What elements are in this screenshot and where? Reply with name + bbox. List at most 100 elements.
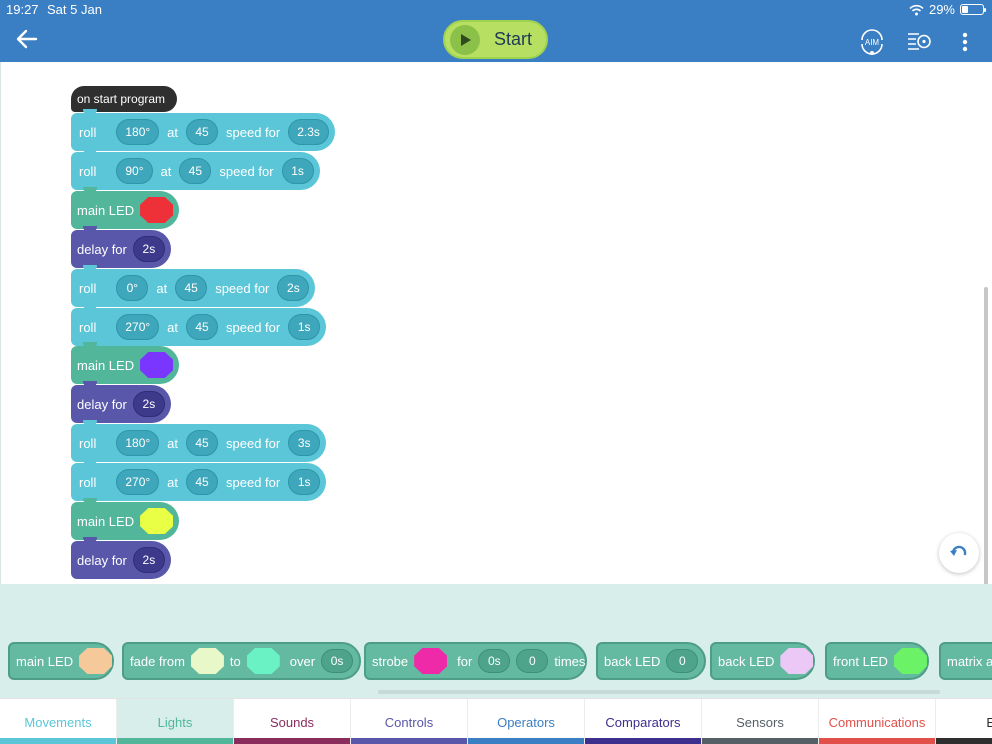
tab-operators[interactable]: Operators (468, 699, 585, 744)
roll-speed-input[interactable]: 45 (179, 158, 212, 184)
delay-duration-input[interactable]: 2s (132, 236, 165, 262)
roll-heading-input[interactable]: 90° (116, 158, 153, 184)
undo-button[interactable] (939, 533, 979, 573)
main-led-color-picker[interactable] (140, 352, 174, 378)
roll-duration-input[interactable]: 1s (288, 469, 321, 495)
roll-speed-input[interactable]: 45 (186, 119, 219, 145)
delay-duration-input[interactable]: 2s (132, 547, 165, 573)
main-led-label: main LED (77, 202, 135, 218)
start-label: Start (494, 29, 533, 49)
roll-duration-input[interactable]: 3s (288, 430, 321, 456)
roll-block[interactable]: roll 180° at 45 speed for 2.3s (71, 109, 335, 151)
tab-label: Comparators (605, 714, 681, 730)
back-led-value-input[interactable]: 0 (666, 649, 699, 673)
front-led-label: front LED (833, 653, 888, 669)
aim-icon[interactable]: AIM (858, 28, 886, 56)
palette-back-led-color-block[interactable]: back LED (710, 642, 816, 680)
tab-color-bar (702, 738, 818, 744)
block-palette: main LED fade from to over 0s strobe for… (0, 584, 992, 698)
start-button[interactable]: Start (443, 20, 548, 59)
tab-movements[interactable]: Movements (0, 699, 117, 744)
roll-heading-input[interactable]: 270° (116, 469, 160, 495)
strobe-label: strobe (372, 653, 409, 669)
roll-speed-for-label: speed for (226, 474, 281, 490)
battery-fill (962, 6, 969, 13)
palette-main-led-block[interactable]: main LED (8, 642, 115, 680)
tab-sensors[interactable]: Sensors (702, 699, 819, 744)
tab-label: Sounds (269, 714, 315, 730)
tab-comparators[interactable]: Comparators (585, 699, 702, 744)
roll-label: roll (79, 435, 97, 451)
roll-duration-input[interactable]: 1s (288, 314, 321, 340)
roll-label: roll (79, 124, 97, 140)
fade-from-color[interactable] (190, 648, 224, 674)
roll-speed-input[interactable]: 45 (186, 469, 219, 495)
tab-color-bar (585, 738, 701, 744)
main-led-block[interactable]: main LED (71, 187, 180, 229)
roll-duration-input[interactable]: 2s (277, 275, 310, 301)
palette-matrix-block[interactable]: matrix an (939, 642, 992, 680)
tab-label: Movements (24, 714, 92, 730)
fade-duration-input[interactable]: 0s (321, 649, 354, 673)
strobe-for-label: for (457, 653, 473, 669)
main-led-block[interactable]: main LED (71, 498, 180, 540)
tab-color-bar (819, 738, 935, 744)
tab-lights[interactable]: Lights (117, 699, 234, 744)
roll-heading-input[interactable]: 270° (116, 314, 160, 340)
roll-at-label: at (167, 435, 179, 451)
back-arrow-icon[interactable] (14, 26, 40, 52)
roll-block[interactable]: roll 90° at 45 speed for 1s (71, 148, 320, 190)
fade-to-label: to (229, 653, 241, 669)
palette-strobe-block[interactable]: strobe for 0s 0 times (364, 642, 588, 680)
hat-label: on start program (77, 92, 166, 106)
roll-heading-input[interactable]: 180° (116, 430, 160, 456)
back-led-value-label: back LED (604, 653, 661, 669)
roll-block[interactable]: roll 180° at 45 speed for 3s (71, 420, 327, 462)
palette-fade-block[interactable]: fade from to over 0s (122, 642, 362, 680)
roll-block[interactable]: roll 270° at 45 speed for 1s (71, 304, 327, 346)
more-vertical-icon[interactable] (951, 28, 979, 56)
roll-duration-input[interactable]: 1s (281, 158, 314, 184)
undo-icon (950, 545, 967, 556)
roll-speed-for-label: speed for (215, 280, 270, 296)
delay-block[interactable]: delay for 2s (71, 381, 171, 423)
palette-back-led-value-block[interactable]: back LED 0 (596, 642, 707, 680)
drive-speed-icon[interactable] (905, 28, 933, 56)
front-led-color[interactable] (893, 648, 927, 674)
category-tabs: Movements Lights Sounds Controls Operators Co… (0, 698, 992, 744)
tab-ev[interactable]: Ev (936, 699, 992, 744)
strobe-color[interactable] (414, 648, 448, 674)
roll-label: roll (79, 280, 97, 296)
roll-heading-input[interactable]: 180° (116, 119, 160, 145)
main-led-color-picker[interactable] (140, 508, 174, 534)
back-led-color[interactable] (780, 648, 814, 674)
strobe-times-label: times (554, 653, 586, 669)
status-indicators: 29% (909, 2, 986, 17)
roll-heading-input[interactable]: 0° (116, 275, 149, 301)
main-led-block[interactable]: main LED (71, 342, 180, 384)
roll-block[interactable]: roll 270° at 45 speed for 1s (71, 459, 327, 501)
roll-speed-for-label: speed for (226, 319, 281, 335)
tab-label: Controls (384, 714, 434, 730)
delay-block[interactable]: delay for 2s (71, 226, 171, 268)
roll-duration-input[interactable]: 2.3s (288, 119, 329, 145)
palette-scrollbar[interactable] (378, 690, 940, 694)
roll-speed-input[interactable]: 45 (186, 314, 219, 340)
roll-label: roll (79, 474, 97, 490)
main-led-color-picker[interactable] (140, 197, 174, 223)
tab-controls[interactable]: Controls (351, 699, 468, 744)
strobe-count-input[interactable]: 0 (516, 649, 549, 673)
strobe-duration-input[interactable]: 0s (478, 649, 511, 673)
delay-duration-input[interactable]: 2s (132, 391, 165, 417)
roll-block[interactable]: roll 0° at 45 speed for 2s (71, 265, 316, 307)
roll-at-label: at (167, 319, 179, 335)
tab-label: Ev (986, 714, 992, 730)
palette-main-led-color[interactable] (79, 648, 113, 674)
delay-block[interactable]: delay for 2s (71, 537, 171, 579)
roll-speed-input[interactable]: 45 (186, 430, 219, 456)
tab-sounds[interactable]: Sounds (234, 699, 351, 744)
roll-speed-input[interactable]: 45 (175, 275, 208, 301)
tab-communications[interactable]: Communications (819, 699, 936, 744)
palette-front-led-block[interactable]: front LED (825, 642, 929, 680)
fade-to-color[interactable] (246, 648, 280, 674)
